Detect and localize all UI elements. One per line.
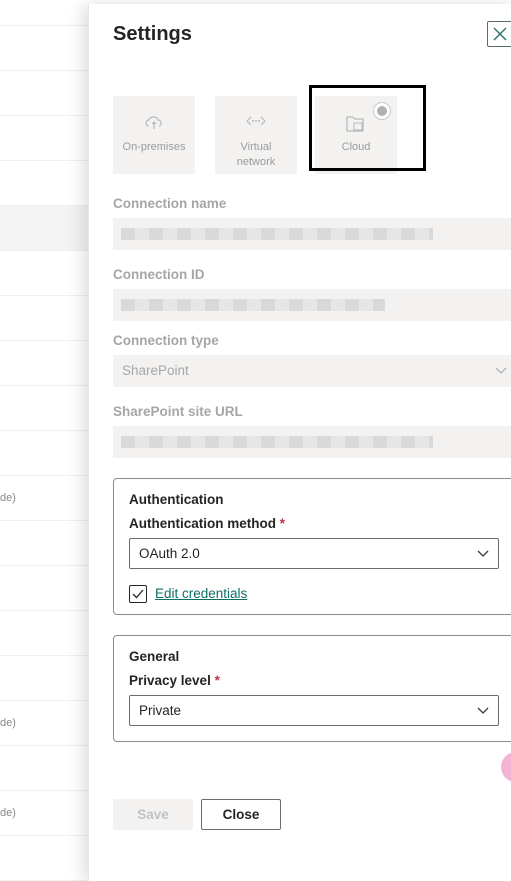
list-row[interactable] bbox=[0, 71, 100, 116]
authentication-method-value: OAuth 2.0 bbox=[139, 546, 200, 561]
required-mark: * bbox=[279, 516, 286, 531]
settings-panel: Settings On-premises Virtual network Clo… bbox=[88, 4, 511, 881]
connection-type-label: Connection type bbox=[113, 333, 219, 348]
checkmark-icon bbox=[132, 589, 144, 599]
chevron-down-icon bbox=[477, 702, 489, 718]
connection-name-field[interactable] bbox=[113, 218, 511, 250]
tile-label: Virtual network bbox=[236, 141, 276, 168]
privacy-level-value: Private bbox=[139, 703, 182, 718]
general-group: General Privacy level * Private bbox=[113, 635, 511, 742]
list-row[interactable] bbox=[0, 431, 100, 476]
list-row[interactable] bbox=[0, 341, 100, 386]
connection-id-field[interactable] bbox=[113, 289, 511, 321]
edit-credentials-link[interactable]: Edit credentials bbox=[155, 586, 247, 601]
tile-virtual-network[interactable]: Virtual network bbox=[215, 96, 297, 174]
list-row[interactable] bbox=[0, 161, 100, 206]
authentication-title: Authentication bbox=[129, 492, 224, 507]
redacted-value bbox=[121, 436, 433, 448]
list-row[interactable] bbox=[0, 116, 100, 161]
connection-type-select[interactable]: SharePoint bbox=[113, 355, 511, 387]
authentication-method-select[interactable]: OAuth 2.0 bbox=[129, 538, 499, 569]
list-row[interactable] bbox=[0, 566, 100, 611]
general-title: General bbox=[129, 649, 180, 664]
list-row[interactable] bbox=[0, 0, 100, 26]
connection-type-value: SharePoint bbox=[122, 363, 189, 378]
redacted-value bbox=[121, 299, 385, 311]
cloud-upload-icon bbox=[144, 114, 164, 132]
panel-title: Settings bbox=[113, 23, 192, 45]
close-icon[interactable] bbox=[487, 21, 511, 47]
list-row[interactable] bbox=[0, 836, 100, 881]
list-row[interactable]: de) bbox=[0, 476, 100, 521]
list-row[interactable] bbox=[0, 656, 100, 701]
list-row[interactable] bbox=[0, 611, 100, 656]
background-list: de) de) de) bbox=[0, 0, 100, 881]
list-row[interactable]: de) bbox=[0, 701, 100, 746]
list-row[interactable] bbox=[0, 26, 100, 71]
redacted-value bbox=[121, 228, 433, 240]
connection-name-label: Connection name bbox=[113, 196, 227, 211]
highlight-box bbox=[309, 85, 426, 171]
chevron-down-icon bbox=[477, 545, 489, 561]
site-url-field[interactable] bbox=[113, 426, 511, 458]
list-row[interactable] bbox=[0, 386, 100, 431]
site-url-label: SharePoint site URL bbox=[113, 404, 243, 419]
authentication-method-label: Authentication method * bbox=[129, 516, 286, 531]
chevron-down-icon bbox=[495, 362, 507, 378]
edit-credentials-checkbox[interactable] bbox=[129, 585, 147, 603]
list-row[interactable] bbox=[0, 296, 100, 341]
required-mark: * bbox=[214, 673, 220, 688]
tile-on-premises[interactable]: On-premises bbox=[113, 96, 195, 174]
privacy-level-select[interactable]: Private bbox=[129, 695, 499, 726]
authentication-group: Authentication Authentication method * O… bbox=[113, 478, 511, 615]
virtual-network-icon bbox=[246, 114, 266, 132]
list-row[interactable] bbox=[0, 251, 100, 296]
privacy-level-label: Privacy level * bbox=[129, 673, 220, 688]
close-button[interactable]: Close bbox=[201, 799, 281, 830]
list-row[interactable] bbox=[0, 746, 100, 791]
connection-id-label: Connection ID bbox=[113, 267, 205, 282]
list-row-selected[interactable] bbox=[0, 206, 100, 251]
tile-label: On-premises bbox=[122, 141, 186, 153]
save-button[interactable]: Save bbox=[113, 799, 193, 830]
list-row[interactable]: de) bbox=[0, 791, 100, 836]
list-row[interactable] bbox=[0, 521, 100, 566]
